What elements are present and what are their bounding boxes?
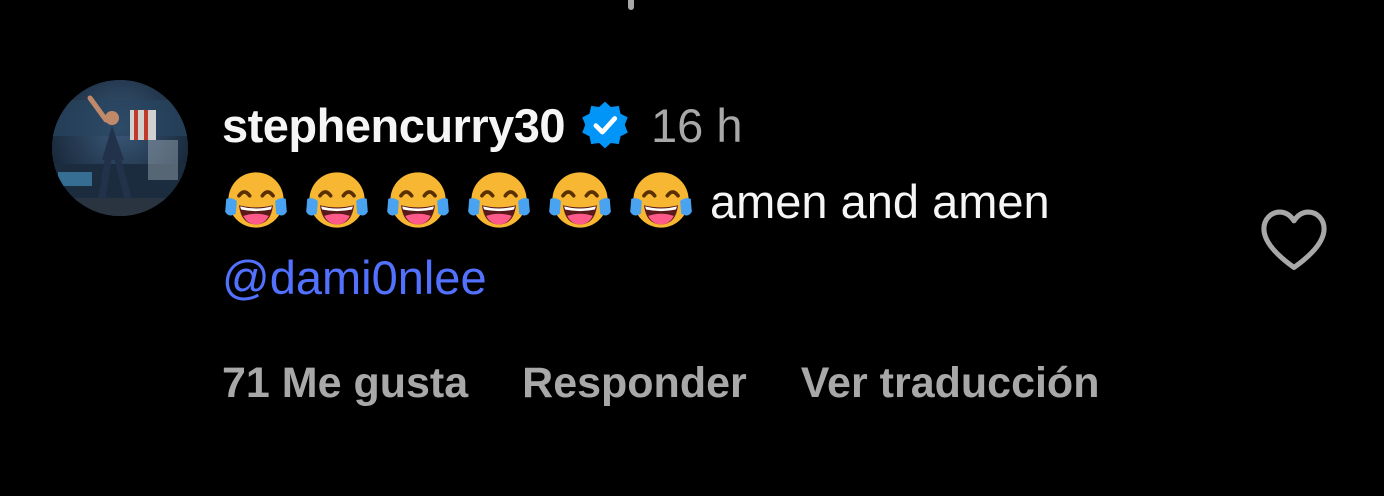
comment-text: amen and amen — [710, 174, 1050, 228]
avatar[interactable] — [52, 80, 188, 216]
face-with-tears-of-joy-icon — [627, 167, 695, 235]
likes-count-button[interactable]: 71 Me gusta — [222, 359, 468, 408]
face-with-tears-of-joy-icon — [546, 167, 614, 235]
verified-badge-icon — [579, 99, 631, 151]
comment-body: amen and amen — [222, 168, 1050, 234]
timestamp: 16 h — [651, 98, 743, 152]
reply-button[interactable]: Responder — [522, 359, 747, 408]
heart-outline-icon — [1261, 209, 1327, 271]
face-with-tears-of-joy-icon — [384, 167, 452, 235]
see-translation-button[interactable]: Ver traducción — [801, 359, 1100, 408]
mention-link[interactable]: @dami0nlee — [222, 250, 487, 305]
avatar-image — [52, 80, 188, 216]
username-link[interactable]: stephencurry30 — [222, 98, 566, 153]
comment-header: stephencurry30 16 h — [222, 92, 743, 158]
comment-view: stephencurry30 16 h amen and amen @dami0… — [0, 0, 1384, 496]
face-with-tears-of-joy-icon — [303, 167, 371, 235]
face-with-tears-of-joy-icon — [465, 167, 533, 235]
comment-actions: 71 Me gusta Responder Ver traducción — [222, 350, 1099, 416]
like-button[interactable] — [1256, 204, 1332, 274]
comment-mention-row: @dami0nlee — [222, 244, 487, 310]
face-with-tears-of-joy-icon — [222, 167, 290, 235]
divider — [628, 0, 634, 10]
